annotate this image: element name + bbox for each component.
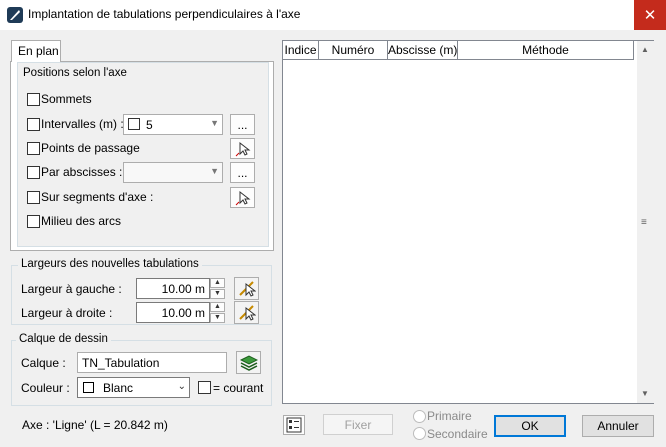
intervalles-value: 5 (146, 118, 153, 132)
calque-value: TN_Tabulation (82, 356, 160, 370)
column-header-abscisse[interactable]: Abscisse (m) (388, 41, 458, 60)
pick-cursor-icon (235, 190, 250, 205)
table-options-button[interactable] (283, 415, 305, 435)
par-abscisses-combo[interactable]: ▼ (123, 162, 223, 183)
par-abscisses-ellipsis-label: ... (237, 165, 248, 180)
courant-checkbox[interactable] (198, 381, 211, 394)
couleur-value: Blanc (103, 381, 134, 395)
points-passage-checkbox[interactable] (27, 142, 40, 155)
sommets-checkbox[interactable] (27, 93, 40, 106)
tab-en-plan-label: En plan (18, 44, 59, 58)
tabulations-table[interactable]: Indice Numéro Abscisse (m) Méthode ▲ ≡ ▼ (282, 40, 654, 404)
list-options-icon (286, 417, 302, 433)
intervalles-combo[interactable]: 5 ▼ (123, 114, 223, 135)
ok-button-label: OK (521, 419, 539, 433)
largeur-droite-value: 10.00 m (161, 306, 205, 320)
secondaire-label: Secondaire (427, 427, 488, 441)
app-icon (7, 7, 23, 23)
sur-segments-label: Sur segments d'axe : (41, 190, 154, 204)
largeur-gauche-label: Largeur à gauche : (21, 282, 122, 296)
spin-up-icon[interactable]: ▲ (210, 302, 225, 312)
largeur-gauche-pick-button[interactable] (234, 277, 259, 300)
largeur-droite-spinner[interactable]: ▲ ▼ (210, 302, 225, 323)
largeur-droite-pick-button[interactable] (234, 301, 259, 324)
calque-layers-button[interactable] (236, 351, 261, 374)
chevron-down-icon: ⌄ (177, 381, 186, 392)
window-title: Implantation de tabulations perpendicula… (28, 7, 301, 21)
largeur-gauche-spinner[interactable]: ▲ ▼ (210, 278, 225, 299)
positions-group-title: Positions selon l'axe (20, 67, 130, 79)
points-passage-pick-button[interactable] (230, 138, 255, 159)
intervalles-label: Intervalles (m) : (41, 117, 124, 131)
primaire-radio[interactable] (413, 410, 426, 423)
largeurs-group-title: Largeurs des nouvelles tabulations (18, 258, 202, 270)
par-abscisses-ellipsis-button[interactable]: ... (230, 162, 255, 183)
layers-icon (239, 354, 258, 371)
sur-segments-pick-button[interactable] (230, 187, 255, 208)
spin-down-icon[interactable]: ▼ (210, 289, 225, 299)
spin-down-icon[interactable]: ▼ (210, 313, 225, 323)
measure-pick-icon (238, 280, 256, 297)
tab-en-plan[interactable]: En plan (11, 40, 61, 62)
pick-cursor-icon (235, 141, 250, 156)
couleur-combo[interactable]: Blanc ⌄ (77, 377, 190, 398)
spin-up-icon[interactable]: ▲ (210, 278, 225, 288)
milieu-arcs-label: Milieu des arcs (41, 214, 122, 228)
annuler-button[interactable]: Annuler (582, 415, 654, 437)
calque-label: Calque : (21, 356, 66, 370)
intervalles-combo-checkbox[interactable] (128, 118, 140, 130)
par-abscisses-label: Par abscisses : (41, 165, 123, 179)
couleur-label: Couleur : (21, 381, 70, 395)
largeur-gauche-value: 10.00 m (161, 282, 205, 296)
annuler-button-label: Annuler (597, 419, 639, 433)
scroll-grip-icon[interactable]: ≡ (641, 217, 647, 228)
largeur-droite-input[interactable]: 10.00 m (136, 302, 210, 323)
vertical-scrollbar[interactable]: ▲ ≡ ▼ (637, 41, 654, 403)
close-button[interactable]: ✕ (634, 0, 666, 30)
color-swatch (83, 382, 94, 393)
chevron-down-icon: ▼ (210, 166, 219, 176)
column-header-methode[interactable]: Méthode (458, 41, 634, 60)
intervalles-ellipsis-button[interactable]: ... (230, 114, 255, 135)
sur-segments-checkbox[interactable] (27, 191, 40, 204)
axe-info: Axe : 'Ligne' (L = 20.842 m) (22, 418, 168, 432)
scroll-down-icon[interactable]: ▼ (641, 389, 649, 398)
column-header-numero[interactable]: Numéro (319, 41, 388, 60)
ok-button[interactable]: OK (494, 415, 566, 437)
secondaire-radio[interactable] (413, 427, 426, 440)
table-header: Indice Numéro Abscisse (m) Méthode (283, 41, 634, 60)
close-icon: ✕ (643, 7, 657, 24)
fixer-button-label: Fixer (344, 417, 372, 432)
column-header-indice[interactable]: Indice (283, 41, 319, 60)
chevron-down-icon: ▼ (210, 118, 219, 128)
par-abscisses-checkbox[interactable] (27, 166, 40, 179)
calque-input[interactable]: TN_Tabulation (77, 352, 227, 373)
points-passage-label: Points de passage (41, 141, 140, 155)
scroll-up-icon[interactable]: ▲ (641, 45, 649, 54)
largeur-droite-label: Largeur à droite : (21, 306, 113, 320)
sommets-label: Sommets (41, 92, 92, 106)
milieu-arcs-checkbox[interactable] (27, 215, 40, 228)
primaire-label: Primaire (427, 409, 472, 423)
courant-label: = courant (213, 381, 264, 395)
calque-group-title: Calque de dessin (16, 333, 111, 345)
measure-pick-icon (238, 304, 256, 321)
intervalles-checkbox[interactable] (27, 118, 40, 131)
fixer-button[interactable]: Fixer (323, 414, 393, 435)
intervalles-ellipsis-label: ... (237, 117, 248, 132)
largeur-gauche-input[interactable]: 10.00 m (136, 278, 210, 299)
